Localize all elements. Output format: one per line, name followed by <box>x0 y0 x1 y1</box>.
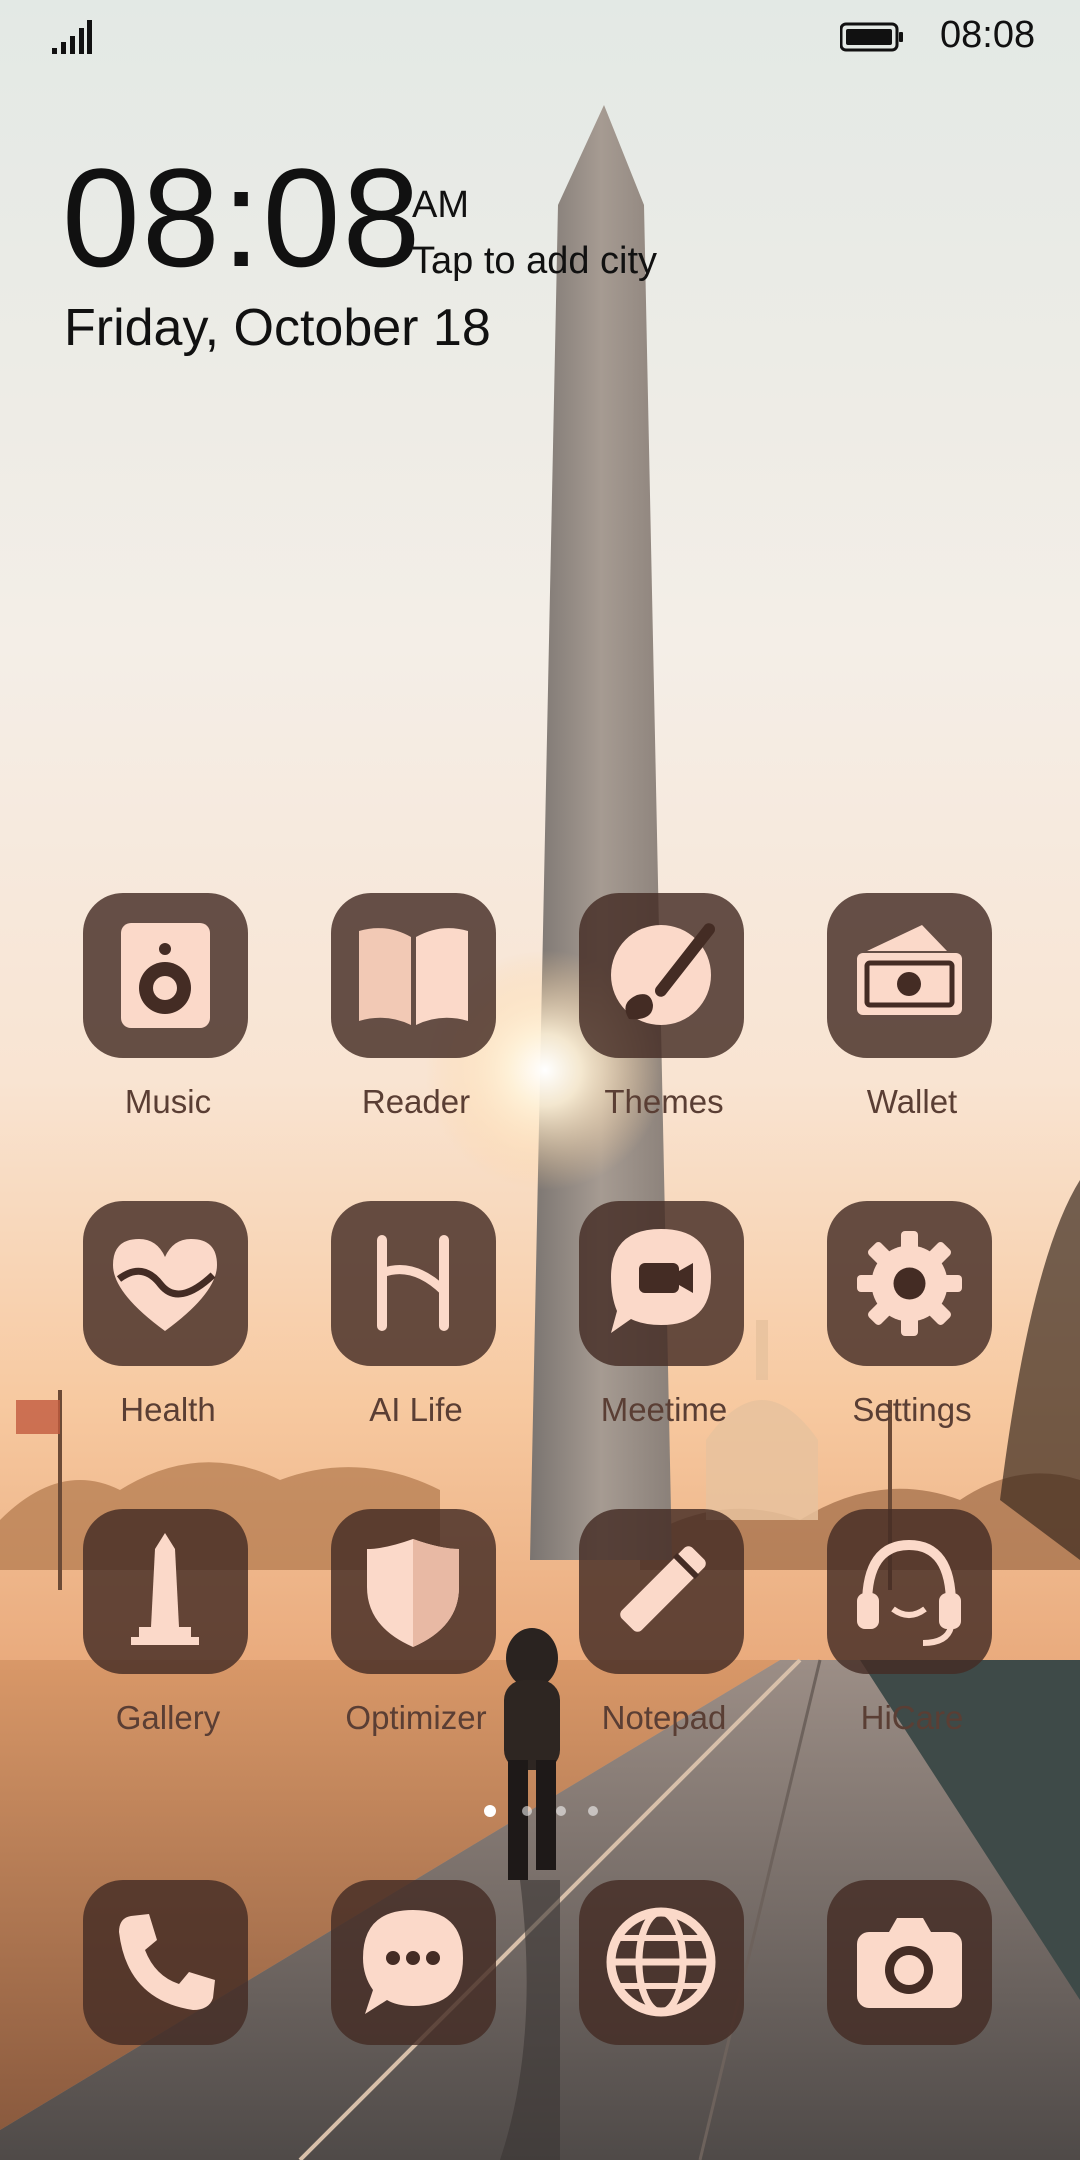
globe-icon <box>606 1907 716 2017</box>
battery-icon <box>840 22 903 52</box>
app-health[interactable]: Health <box>58 1201 278 1441</box>
status-time: 08:08 <box>940 14 1036 56</box>
app-label: Reader <box>361 1083 471 1120</box>
gear-icon <box>857 1231 962 1336</box>
clock-ampm: AM <box>412 184 469 226</box>
book-icon <box>359 928 468 1025</box>
dock-browser[interactable] <box>554 1880 774 2120</box>
dock-messages[interactable] <box>306 1880 526 2120</box>
dock-camera[interactable] <box>802 1880 1022 2120</box>
app-label: Gallery <box>115 1699 221 1736</box>
heart-icon <box>113 1239 217 1331</box>
app-themes[interactable]: Themes <box>554 893 774 1133</box>
app-settings[interactable]: Settings <box>802 1201 1022 1441</box>
headset-icon <box>857 1539 961 1646</box>
app-label: Optimizer <box>345 1699 487 1736</box>
speaker-icon <box>121 923 210 1028</box>
page-dot <box>522 1806 532 1816</box>
app-label: Music <box>124 1083 212 1120</box>
app-gallery[interactable]: Gallery <box>58 1509 278 1749</box>
page-dot-active <box>484 1805 496 1817</box>
app-optimizer[interactable]: Optimizer <box>306 1509 526 1749</box>
video-chat-icon <box>611 1229 711 1333</box>
app-label: Health <box>120 1391 216 1428</box>
pencil-icon <box>620 1546 706 1632</box>
app-label: Settings <box>852 1391 972 1428</box>
app-label: HiCare <box>860 1699 964 1736</box>
shield-icon <box>367 1539 459 1647</box>
page-indicator <box>484 1805 604 1818</box>
app-reader[interactable]: Reader <box>306 893 526 1133</box>
app-ai-life[interactable]: AI Life <box>306 1201 526 1441</box>
signal-icon <box>52 20 92 54</box>
app-label: Meetime <box>600 1391 728 1428</box>
app-hicare[interactable]: HiCare <box>802 1509 1022 1749</box>
page-dot <box>588 1806 598 1816</box>
clock-time: 08:08 <box>62 139 423 296</box>
status-bar: 08:08 <box>0 0 1080 80</box>
add-city-link[interactable]: Tap to add city <box>412 240 657 283</box>
app-label: AI Life <box>369 1391 463 1428</box>
monument-icon <box>131 1533 199 1645</box>
paintbrush-icon <box>611 923 716 1025</box>
page-dot <box>556 1806 566 1816</box>
dock-phone[interactable] <box>58 1880 278 2120</box>
ai-life-icon <box>377 1235 449 1331</box>
phone-icon <box>119 1914 215 2010</box>
app-notepad[interactable]: Notepad <box>554 1509 774 1749</box>
app-music[interactable]: Music <box>58 893 278 1133</box>
dock <box>0 1880 1080 2050</box>
clock-date: Friday, October 18 <box>64 299 491 357</box>
app-meetime[interactable]: Meetime <box>554 1201 774 1441</box>
messages-icon <box>363 1910 463 2014</box>
app-label: Themes <box>604 1083 724 1120</box>
app-label: Wallet <box>866 1083 958 1120</box>
wallet-icon <box>857 925 962 1015</box>
camera-icon <box>857 1918 962 2008</box>
app-label: Notepad <box>601 1699 727 1736</box>
app-wallet[interactable]: Wallet <box>802 893 1022 1133</box>
